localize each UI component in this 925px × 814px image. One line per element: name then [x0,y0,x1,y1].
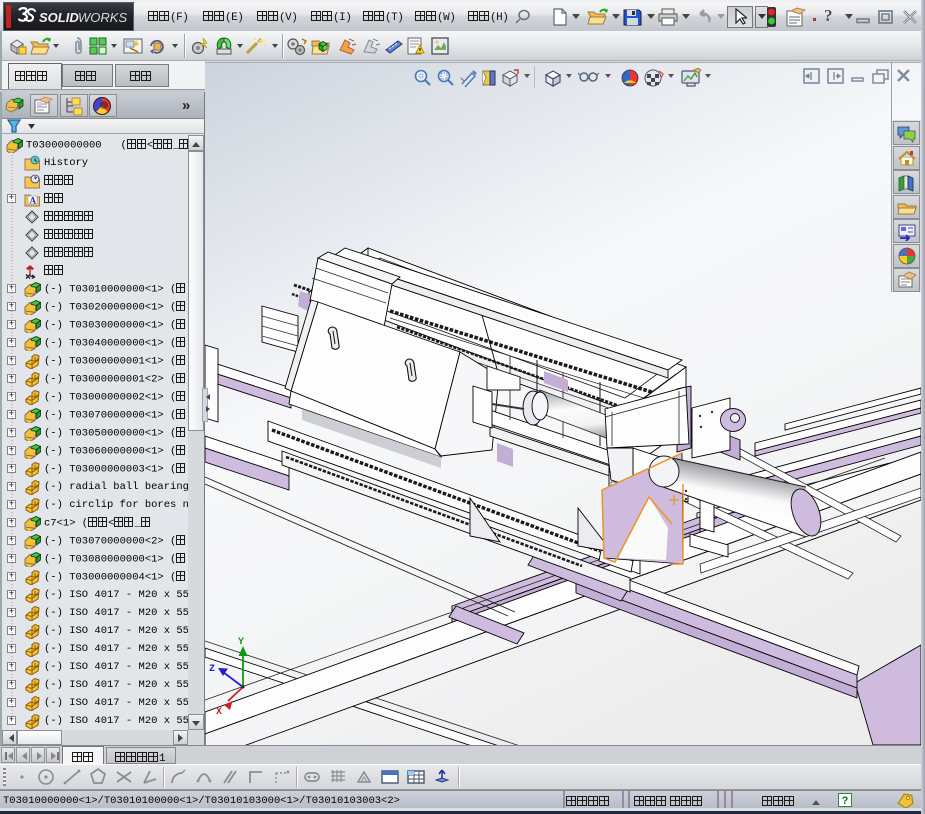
svg-text:WORKS: WORKS [78,10,127,25]
svg-text:SOLID: SOLID [39,10,79,25]
svg-text:Y: Y [238,637,244,648]
svg-text:X: X [216,707,222,718]
svg-text:Z: Z [209,664,215,675]
svg-text:A: A [30,196,37,206]
